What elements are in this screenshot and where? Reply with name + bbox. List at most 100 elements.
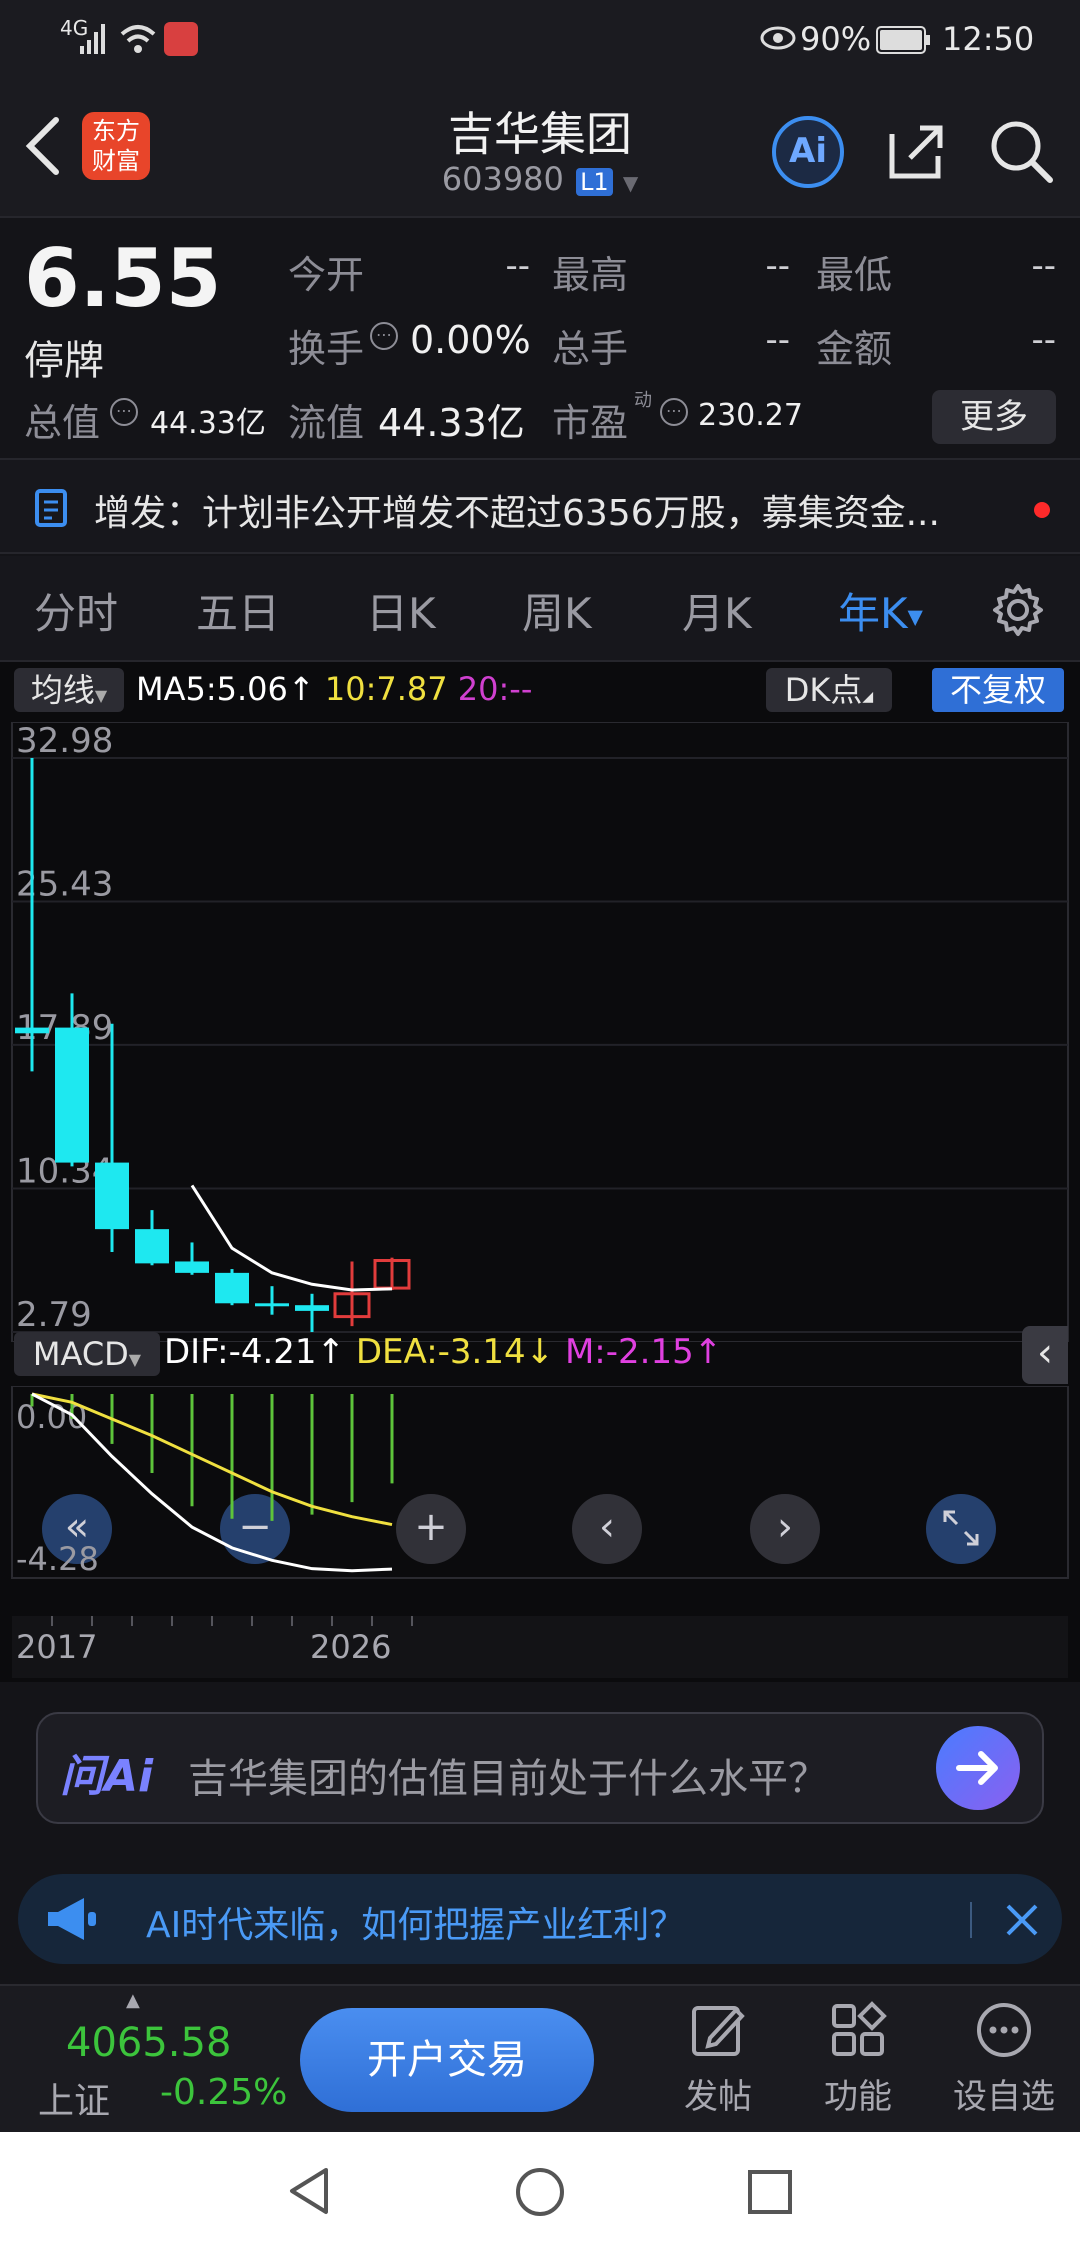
index-value: 4065.58 (66, 2020, 232, 2066)
back-icon[interactable] (20, 114, 64, 178)
tab-five-day[interactable]: 五日 (196, 580, 280, 641)
dk-point-button[interactable]: DK点◢ (766, 668, 892, 712)
candle-body (255, 1303, 289, 1307)
info-icon[interactable]: ⋯ (110, 398, 138, 426)
clock: 12:50 (942, 20, 1035, 58)
candle-body (95, 1162, 129, 1230)
x-tick-label: 2026 (310, 1628, 391, 1666)
tab-daily-k[interactable]: 日K (366, 580, 436, 641)
field-low-label: 最低 (816, 253, 893, 297)
quote-panel: 6.55 停牌 今开 -- 最高 -- 最低 -- 换手 ⋯ 0.00% 总手 … (0, 216, 1080, 456)
field-open-label: 今开 (288, 253, 365, 297)
macd-chart[interactable]: 0.00-4.28 (0, 1386, 1080, 1616)
field-amount-label: 金额 (816, 327, 893, 371)
ma10-value: 10:7.87 (324, 670, 448, 708)
ai-assistant-button[interactable]: Ai (772, 116, 844, 188)
add-watchlist-button[interactable]: 设自选 (946, 2000, 1062, 2118)
gear-icon[interactable] (990, 582, 1046, 638)
stock-code-row[interactable]: 603980 L1 ▼ (440, 160, 640, 198)
ai-icon: Ai (789, 131, 827, 171)
dea-value: DEA:-3.14 (355, 1332, 526, 1372)
announcement-text: 增发：计划非公开增发不超过6356万股，募集资金... (94, 493, 940, 534)
index-ticker[interactable]: ▲ 4065.58 上证 -0.25% (30, 1990, 287, 2122)
tab-yearly-k-label: 年K (838, 589, 908, 638)
app-logo-line2: 财富 (92, 147, 140, 175)
tab-monthly-k[interactable]: 月K (682, 580, 752, 641)
stock-code: 603980 (441, 160, 564, 198)
candle-body (15, 1027, 49, 1034)
info-icon[interactable]: ⋯ (660, 398, 688, 426)
post-label: 发帖 (684, 2077, 752, 2117)
index-name: 上证 (38, 2081, 111, 2122)
info-icon[interactable]: ⋯ (370, 322, 398, 350)
collapse-panel-button[interactable]: ‹ (1022, 1326, 1068, 1384)
functions-button[interactable]: 功能 (808, 2000, 908, 2118)
promo-banner[interactable]: AI时代来临，如何把握产业红利？ (18, 1874, 1062, 1964)
tab-intraday[interactable]: 分时 (34, 580, 118, 641)
ask-ai-input[interactable]: 问Ai 吉华集团的估值目前处于什么水平？ (36, 1712, 1044, 1824)
pe-superscript: 动 (634, 390, 652, 411)
macd-select[interactable]: MACD▼ (14, 1332, 160, 1376)
status-bar: 4G 90% 12:50 (0, 0, 1080, 80)
add-watchlist-label: 设自选 (953, 2077, 1055, 2117)
period-tabs: 分时 五日 日K 周K 月K 年K▼ (0, 556, 1080, 662)
axis-background (12, 1616, 1068, 1678)
x-tick-label: 2017 (16, 1628, 97, 1666)
candle-body (55, 1027, 89, 1163)
chevron-down-icon: ▼ (907, 604, 923, 629)
m-value: M:-2.15 (564, 1332, 694, 1372)
bottom-toolbar: ▲ 4065.58 上证 -0.25% 开户交易 发帖 功能 设自选 (0, 1984, 1080, 2132)
share-icon[interactable] (886, 120, 948, 182)
search-icon[interactable] (988, 118, 1054, 184)
app-logo: 东方 财富 (82, 112, 150, 180)
macd-legend: DIF:-4.21↑ DEA:-3.14↓ M:-2.15↑ (164, 1332, 722, 1372)
nav-back-icon[interactable] (284, 2166, 334, 2216)
apps-icon (832, 2001, 887, 2056)
ask-ai-submit-button[interactable] (936, 1726, 1020, 1810)
edit-icon (692, 2006, 745, 2056)
arrow-right-icon (956, 1751, 998, 1785)
field-low-value: -- (1031, 246, 1056, 286)
indicator-select[interactable]: 均线▼ (14, 668, 124, 712)
megaphone-icon (48, 1898, 96, 1940)
y-tick-label: 2.79 (16, 1295, 92, 1335)
functions-label: 功能 (824, 2077, 892, 2117)
candle-body (135, 1229, 169, 1264)
chevron-left-icon: ‹ (1037, 1330, 1053, 1376)
candlestick-chart[interactable]: 32.9825.4317.8910.342.79 (0, 722, 1080, 1342)
arrow-up-icon: ↑ (693, 1332, 723, 1372)
chevron-down-icon: ▼ (128, 1350, 142, 1369)
nav-recents-icon[interactable] (746, 2168, 794, 2216)
field-turnover-value: 0.00% (410, 318, 531, 362)
ask-ai-question: 吉华集团的估值目前处于什么水平？ (188, 1756, 828, 1802)
open-account-button[interactable]: 开户交易 (300, 2008, 594, 2112)
eye-icon (760, 26, 796, 50)
stock-header: 东方 财富 吉华集团 603980 L1 ▼ Ai (0, 80, 1080, 216)
plot-frame (11, 722, 1069, 1342)
nav-home-icon[interactable] (514, 2166, 566, 2218)
tab-yearly-k[interactable]: 年K▼ (838, 580, 923, 641)
level-badge: L1 (576, 168, 613, 196)
total-cap-label: 总值 (24, 401, 101, 445)
macd-y-tick-label: -4.28 (16, 1540, 99, 1578)
post-button[interactable]: 发帖 (668, 2000, 768, 2118)
signal-icon (80, 24, 105, 54)
total-cap-value: 44.33亿 (150, 406, 266, 441)
field-volume-value: -- (765, 320, 790, 360)
field-amount-value: -- (1031, 320, 1056, 360)
float-cap-value: 44.33亿 (378, 401, 525, 445)
pe-label: 市盈 (552, 401, 629, 445)
tab-weekly-k[interactable]: 周K (522, 580, 592, 641)
arrow-up-icon: ↑ (316, 1332, 346, 1372)
more-button[interactable]: 更多 (932, 390, 1056, 444)
promo-text: AI时代来临，如何把握产业红利？ (146, 1905, 686, 1946)
field-high-label: 最高 (552, 253, 629, 297)
macd-frame (11, 1386, 1069, 1579)
promo-divider (970, 1902, 972, 1938)
year-axis: 2017 2026 (12, 1616, 1068, 1678)
close-icon[interactable] (1002, 1900, 1042, 1940)
index-change: -0.25% (160, 2072, 288, 2113)
ma-legend: MA5:5.06↑ 10:7.87 20:-- (136, 670, 532, 708)
adjust-toggle[interactable]: 不复权 (932, 668, 1064, 712)
announcement-bar[interactable]: 增发：计划非公开增发不超过6356万股，募集资金... (0, 458, 1080, 554)
